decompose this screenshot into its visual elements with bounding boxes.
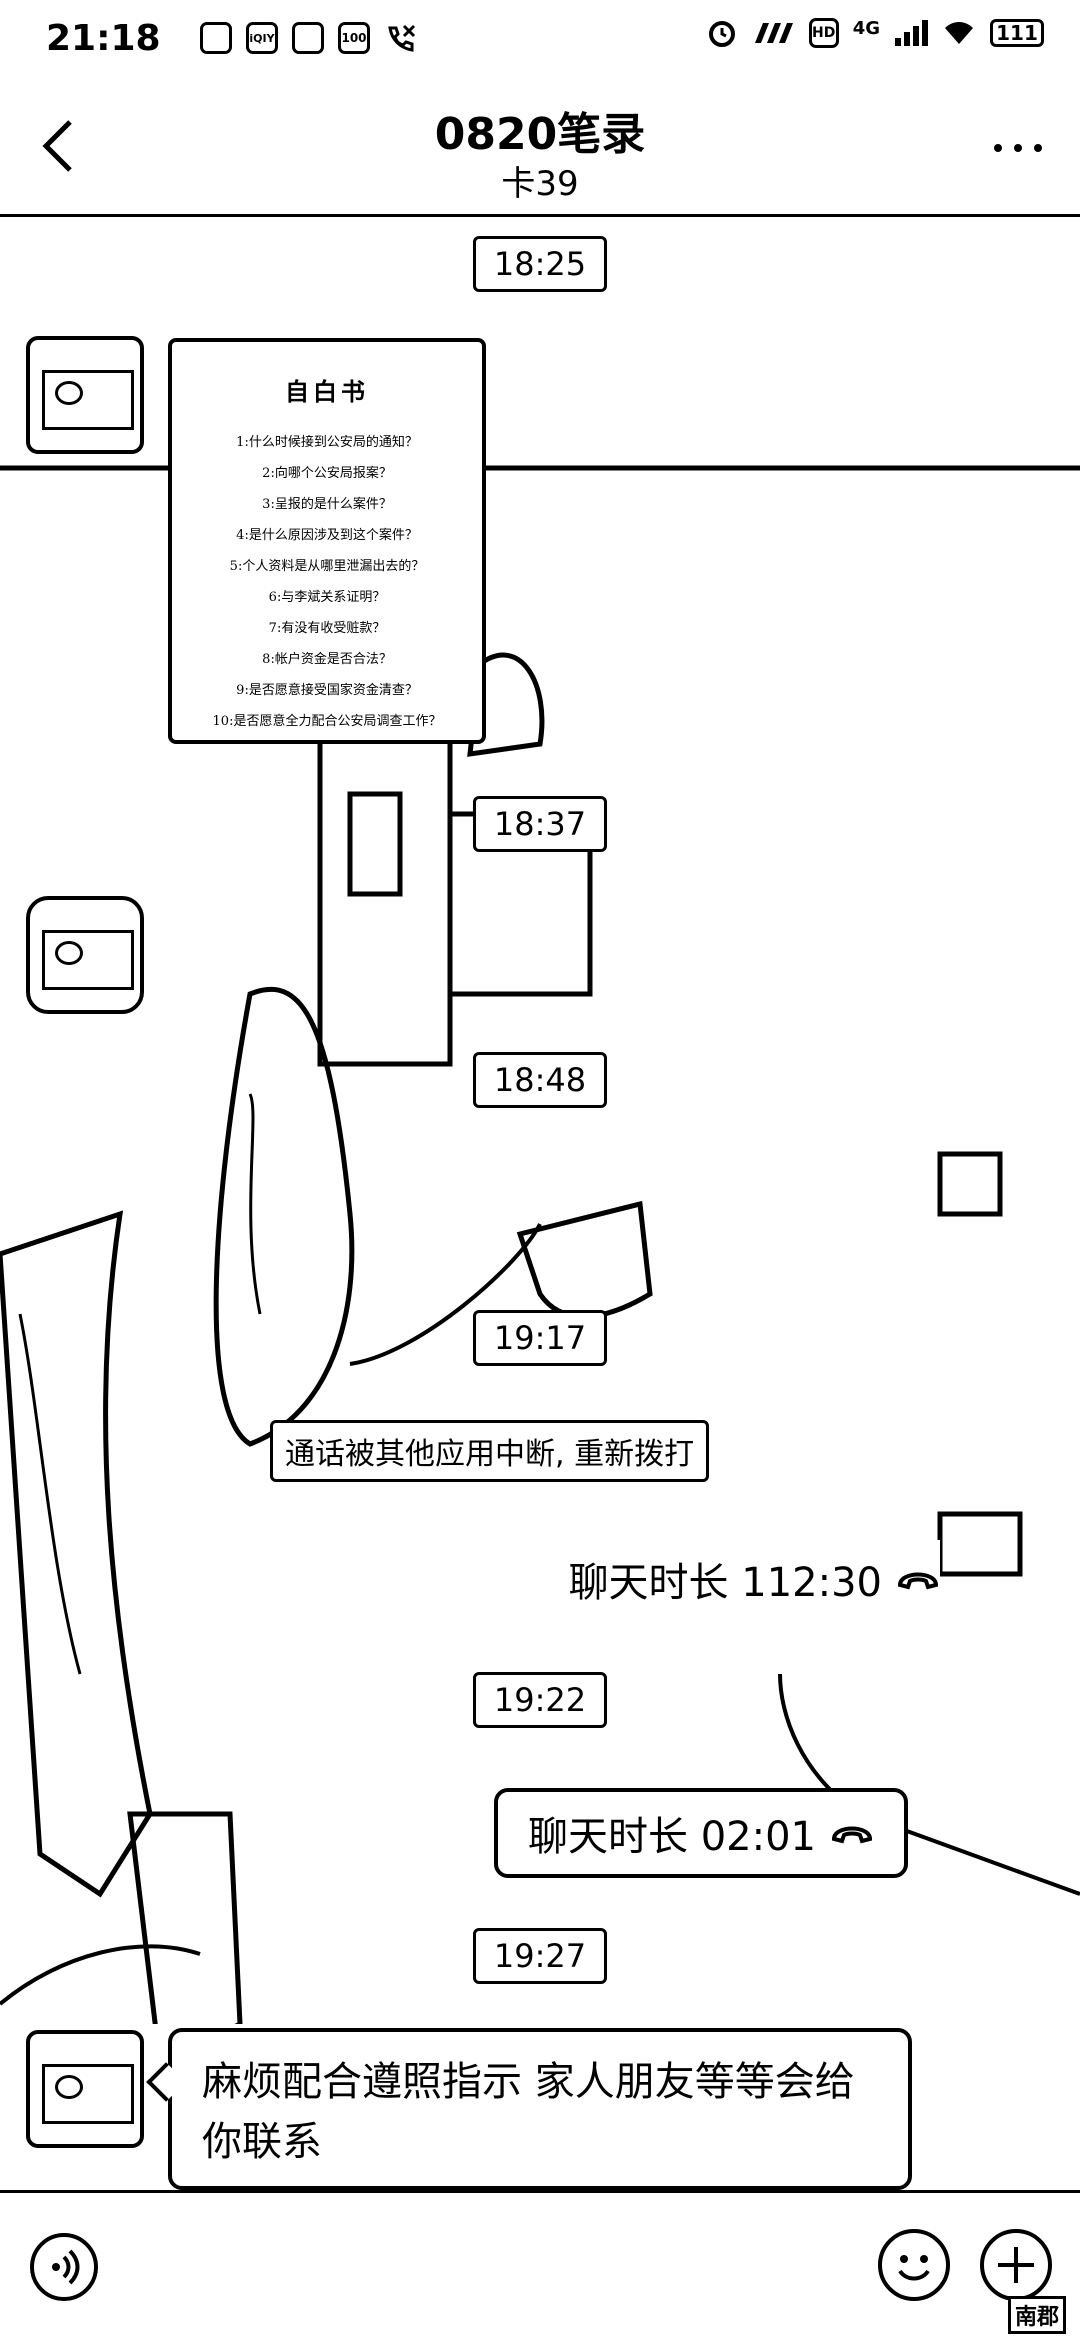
document-item: 9:是否愿意接受国家资金清查？ bbox=[236, 683, 418, 698]
call-interrupted-notice[interactable]: 通话被其他应用中断, 重新拨打 bbox=[270, 1420, 710, 1482]
document-item: 2:向哪个公安局报案？ bbox=[262, 466, 392, 481]
status-bar: 21:18 iQIY 100 HD 4G 111 bbox=[0, 0, 1080, 80]
network-type: 4G bbox=[852, 18, 880, 39]
contact-avatar[interactable] bbox=[26, 336, 144, 454]
more-icon[interactable] bbox=[990, 128, 1046, 168]
hangup-icon bbox=[831, 1826, 873, 1844]
document-item: 3:呈报的是什么案件？ bbox=[262, 497, 392, 512]
chat-wallpaper bbox=[0, 465, 1080, 2024]
timestamp: 19:27 bbox=[0, 1928, 1080, 1984]
plus-icon bbox=[998, 2247, 1034, 2283]
document-item: 8:帐户资金是否合法？ bbox=[262, 652, 392, 667]
timestamp: 19:22 bbox=[0, 1672, 1080, 1728]
document-item: 5:个人资料是从哪里泄漏出去的？ bbox=[229, 559, 425, 574]
timestamp: 18:25 bbox=[0, 236, 1080, 292]
status-time: 21:18 bbox=[46, 18, 161, 59]
voice-input-button[interactable] bbox=[30, 2233, 98, 2301]
battery-icon: 111 bbox=[990, 19, 1044, 47]
alarm-icon bbox=[708, 21, 735, 47]
emoji-button[interactable] bbox=[878, 2229, 950, 2301]
call-duration: 聊天时长 112:30 bbox=[568, 1560, 882, 1606]
document-question-list: 1:什么时候接到公安局的通知？ 2:向哪个公安局报案？ 3:呈报的是什么案件？ … bbox=[172, 427, 482, 737]
status-right: HD 4G 111 bbox=[707, 18, 1044, 48]
more-actions-button[interactable] bbox=[980, 2229, 1052, 2301]
document-item: 10:是否愿意全力配合公安局调查工作？ bbox=[212, 714, 442, 729]
document-title: 自白书 bbox=[285, 377, 369, 406]
missed-call-icon bbox=[388, 24, 416, 52]
chat-header: 0820笔录 卡39 bbox=[0, 80, 1080, 217]
hangup-icon bbox=[897, 1572, 939, 1590]
cell-signal-icon bbox=[895, 20, 928, 46]
text-message-bubble[interactable]: 麻烦配合遵照指示 家人朋友等等会给你联系 bbox=[168, 2028, 912, 2190]
hd-icon: HD bbox=[808, 18, 839, 48]
chat-subtitle: 卡39 bbox=[501, 164, 579, 204]
timestamp: 18:37 bbox=[0, 796, 1080, 852]
notification-icons: iQIY 100 bbox=[200, 22, 418, 56]
contact-avatar[interactable] bbox=[26, 2030, 144, 2148]
app-icon bbox=[200, 22, 232, 54]
flag-icon bbox=[42, 2064, 134, 2124]
document-item: 1:什么时候接到公安局的通知？ bbox=[236, 435, 418, 450]
document-item: 4:是什么原因涉及到这个案件？ bbox=[236, 528, 418, 543]
flag-icon bbox=[42, 370, 134, 430]
voice-icon bbox=[52, 2249, 80, 2285]
document-item: 7:有没有收受赃款？ bbox=[268, 621, 386, 636]
watermark-stamp: 南郡 bbox=[1007, 2296, 1066, 2334]
timestamp: 18:48 bbox=[0, 1052, 1080, 1108]
document-item: 6:与李斌关系证明？ bbox=[268, 590, 386, 605]
input-bar bbox=[0, 2190, 1080, 2343]
iqiyi-icon: iQIY bbox=[246, 22, 278, 54]
contact-avatar[interactable] bbox=[26, 896, 144, 1014]
flag-icon bbox=[42, 930, 134, 990]
call-record-bubble[interactable]: 聊天时长 112:30 bbox=[568, 1540, 940, 1618]
chat-title: 0820笔录 bbox=[434, 109, 646, 160]
tiktok-icon bbox=[292, 22, 324, 54]
signal-volte-icon bbox=[754, 23, 793, 43]
call-record-bubble[interactable]: 聊天时长 02:01 bbox=[494, 1788, 908, 1878]
smiley-icon bbox=[898, 2255, 930, 2281]
note-icon: 100 bbox=[338, 22, 370, 54]
image-message-document[interactable]: 自白书 1:什么时候接到公安局的通知？ 2:向哪个公安局报案？ 3:呈报的是什么… bbox=[168, 338, 486, 744]
timestamp: 19:17 bbox=[0, 1310, 1080, 1366]
call-duration: 聊天时长 02:01 bbox=[528, 1814, 816, 1860]
wifi-icon bbox=[945, 22, 973, 44]
